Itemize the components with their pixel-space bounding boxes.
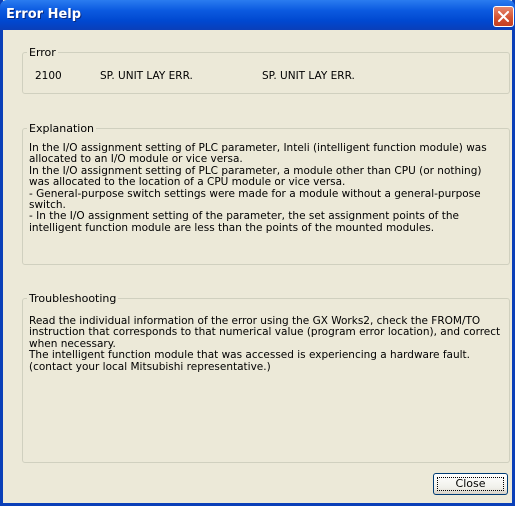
error-name: SP. UNIT LAY ERR.	[100, 70, 193, 82]
troubleshooting-line: (contact your local Mitsubishi represent…	[29, 360, 271, 373]
explanation-line: was allocated to the location of a CPU m…	[29, 176, 346, 189]
title-bar[interactable]: Error Help	[0, 0, 515, 30]
focus-ring	[437, 477, 504, 491]
troubleshooting-line: The intelligent function module that was…	[29, 349, 471, 362]
error-name-detail: SP. UNIT LAY ERR.	[262, 70, 355, 82]
explanation-text: In the I/O assignment setting of PLC par…	[29, 142, 487, 234]
title-close-button[interactable]	[493, 6, 514, 27]
troubleshooting-legend: Troubleshooting	[29, 292, 117, 305]
explanation-legend: Explanation	[29, 122, 95, 135]
close-button[interactable]: Close	[433, 473, 508, 495]
error-legend: Error	[29, 46, 56, 59]
window-title: Error Help	[6, 7, 82, 22]
close-icon	[498, 11, 509, 22]
explanation-line: - General-purpose switch settings were m…	[29, 187, 481, 200]
explanation-line: intelligent function module are less tha…	[29, 221, 435, 234]
error-code: 2100	[35, 70, 62, 82]
troubleshooting-text: Read the individual information of the e…	[29, 315, 500, 373]
